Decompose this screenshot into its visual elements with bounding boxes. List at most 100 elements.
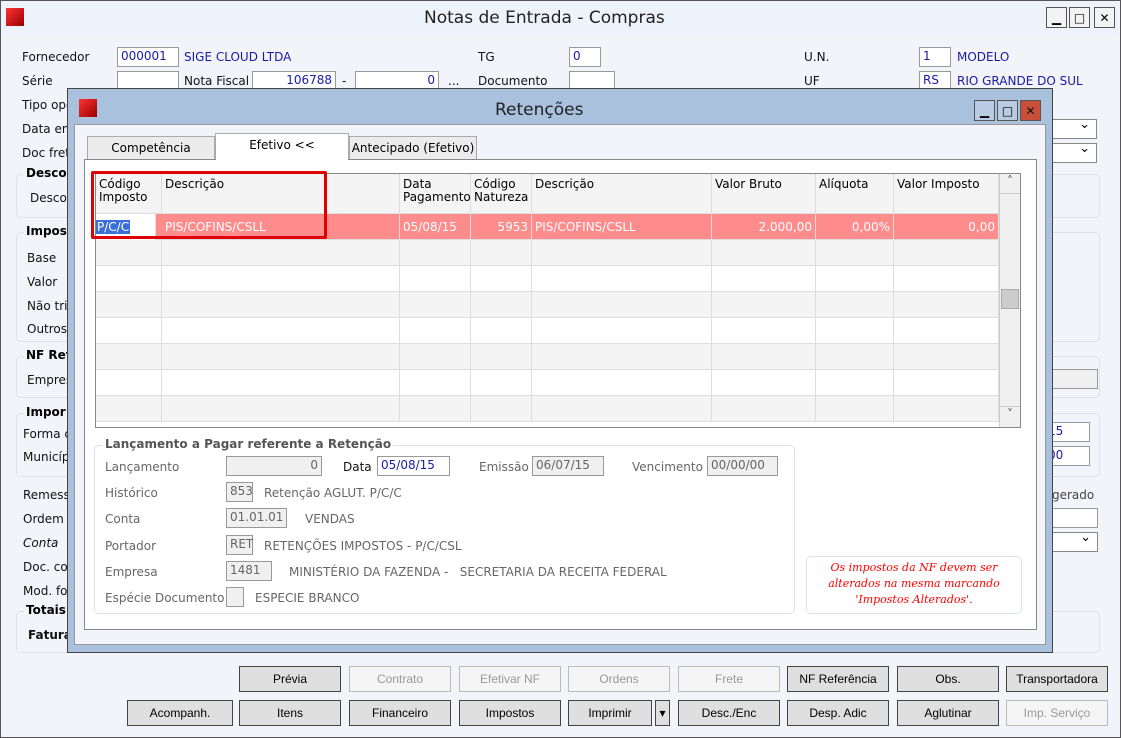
button-acompanh-[interactable]: Acompanh.	[127, 700, 233, 726]
button-frete[interactable]: Frete	[678, 666, 780, 692]
button-imp-servi-o[interactable]: Imp. Serviço	[1006, 700, 1108, 726]
button-impostos[interactable]: Impostos	[459, 700, 561, 726]
button-contrato[interactable]: Contrato	[349, 666, 451, 692]
grid-cell[interactable]	[400, 292, 471, 318]
dialog-minimize-button[interactable]: ▁	[974, 100, 995, 121]
grid-cell[interactable]	[96, 318, 162, 344]
grid-cell[interactable]	[816, 370, 894, 396]
grid-cell[interactable]	[400, 344, 471, 370]
imprimir-dropdown-button[interactable]: ▾	[655, 700, 670, 726]
grid-cell[interactable]	[162, 318, 400, 344]
grid-cell[interactable]	[96, 396, 162, 422]
grid-cell[interactable]	[894, 344, 999, 370]
table-row[interactable]	[96, 292, 999, 318]
grid-cell[interactable]	[894, 266, 999, 292]
tg-input[interactable]: 0	[569, 47, 601, 67]
grid-cell[interactable]	[816, 266, 894, 292]
grid-cell[interactable]	[532, 240, 712, 266]
column-header[interactable]: Valor Imposto	[894, 174, 999, 214]
grid-cell[interactable]	[816, 318, 894, 344]
grid-cell[interactable]	[816, 344, 894, 370]
grid-cell[interactable]	[96, 344, 162, 370]
grid-cell[interactable]	[712, 370, 816, 396]
grid-cell[interactable]	[894, 240, 999, 266]
grid-cell[interactable]	[400, 266, 471, 292]
column-header[interactable]: Descrição	[532, 174, 712, 214]
grid-cell[interactable]: 0,00%	[816, 214, 894, 240]
grid-cell[interactable]: 5953	[471, 214, 532, 240]
table-row[interactable]	[96, 266, 999, 292]
grid-cell[interactable]	[400, 318, 471, 344]
table-row[interactable]	[96, 370, 999, 396]
grid-cell[interactable]	[816, 396, 894, 422]
grid-cell[interactable]	[400, 240, 471, 266]
grid-cell[interactable]	[816, 240, 894, 266]
grid-cell[interactable]	[162, 396, 400, 422]
button-transportadora[interactable]: Transportadora	[1006, 666, 1108, 692]
button-obs-[interactable]: Obs.	[897, 666, 999, 692]
grid-cell[interactable]	[162, 344, 400, 370]
grid-cell[interactable]	[471, 318, 532, 344]
grid-cell[interactable]	[162, 240, 400, 266]
grid-cell[interactable]: 2.000,00	[712, 214, 816, 240]
grid-cell[interactable]: PIS/COFINS/CSLL	[532, 214, 712, 240]
grid-cell[interactable]	[816, 292, 894, 318]
button-pr-via[interactable]: Prévia	[239, 666, 341, 692]
grid-cell[interactable]	[96, 240, 162, 266]
button-ordens[interactable]: Ordens	[568, 666, 670, 692]
grid-cell[interactable]	[471, 240, 532, 266]
grid-cell[interactable]: 05/08/15	[400, 214, 471, 240]
grid-cell[interactable]	[471, 266, 532, 292]
grid-cell[interactable]	[471, 370, 532, 396]
grid-cell[interactable]	[712, 396, 816, 422]
maximize-button[interactable]: □	[1069, 7, 1090, 28]
grid-cell[interactable]	[894, 292, 999, 318]
tab-efetivo[interactable]: Efetivo <<	[215, 133, 349, 160]
grid-cell[interactable]	[532, 292, 712, 318]
grid-scrollbar[interactable]: ˄ ˅	[999, 174, 1020, 427]
grid-cell[interactable]	[162, 266, 400, 292]
ellipsis-button[interactable]: ...	[448, 74, 459, 88]
especie-input[interactable]	[226, 587, 244, 607]
grid-cell[interactable]	[471, 396, 532, 422]
grid-cell[interactable]: 0,00	[894, 214, 999, 240]
dialog-close-button[interactable]: ✕	[1020, 100, 1041, 121]
column-header[interactable]: Alíquota	[816, 174, 894, 214]
minimize-button[interactable]: ▁	[1046, 7, 1067, 28]
conta-input[interactable]: 01.01.01	[226, 508, 287, 528]
grid-cell[interactable]	[894, 318, 999, 344]
historico-input[interactable]: 853	[226, 482, 253, 502]
button-efetivar-nf[interactable]: Efetivar NF	[459, 666, 561, 692]
column-header[interactable]: Código Natureza	[471, 174, 532, 214]
grid-cell[interactable]	[712, 292, 816, 318]
button-imprimir[interactable]: Imprimir	[568, 700, 652, 726]
table-row[interactable]	[96, 318, 999, 344]
grid-cell[interactable]	[96, 266, 162, 292]
tab-competencia[interactable]: Competência	[87, 136, 215, 160]
column-header[interactable]: Valor Bruto	[712, 174, 816, 214]
grid-cell[interactable]	[712, 318, 816, 344]
portador-input[interactable]: RET	[226, 535, 253, 555]
table-row[interactable]	[96, 344, 999, 370]
grid-cell[interactable]	[712, 266, 816, 292]
grid-cell[interactable]	[532, 318, 712, 344]
button-aglutinar[interactable]: Aglutinar	[897, 700, 999, 726]
grid-cell[interactable]	[532, 396, 712, 422]
column-header[interactable]: Data Pagamento	[400, 174, 471, 214]
button-itens[interactable]: Itens	[239, 700, 341, 726]
dialog-maximize-button[interactable]: □	[997, 100, 1018, 121]
grid-cell[interactable]	[532, 370, 712, 396]
scroll-down-icon[interactable]: ˅	[1000, 406, 1020, 426]
grid-cell[interactable]	[471, 344, 532, 370]
button-desc-enc[interactable]: Desc./Enc	[678, 700, 780, 726]
table-row[interactable]	[96, 240, 999, 266]
grid-cell[interactable]	[471, 292, 532, 318]
un-input[interactable]: 1	[919, 47, 951, 67]
button-desp-adic[interactable]: Desp. Adic	[787, 700, 889, 726]
vencimento-input[interactable]: 00/00/00	[707, 456, 778, 476]
scroll-up-icon[interactable]: ˄	[1000, 174, 1020, 194]
button-nf-refer-ncia[interactable]: NF Referência	[787, 666, 889, 692]
tab-antecipado[interactable]: Antecipado (Efetivo)	[349, 136, 477, 160]
lancamento-input[interactable]: 0	[226, 456, 322, 476]
grid-cell[interactable]	[162, 292, 400, 318]
